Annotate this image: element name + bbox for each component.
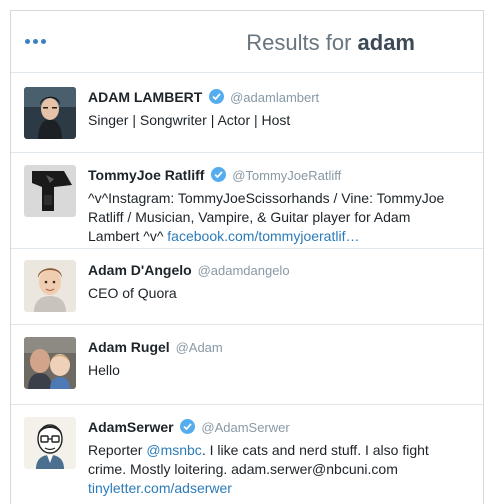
display-name[interactable]: Adam Rugel: [88, 339, 170, 355]
result-content: Adam Rugel @Adam Hello: [88, 338, 463, 380]
bio-link[interactable]: facebook.com/tommyjoeratlif…: [167, 228, 359, 244]
dot: [33, 38, 38, 44]
bio: ^v^Instagram: TommyJoeScissorhands / Vin…: [88, 189, 463, 246]
result-item-tommyjoeratliff[interactable]: TommyJoe Ratliff @TommyJoeRatliff ^v^Ins…: [11, 153, 483, 249]
avatar[interactable]: [24, 260, 76, 312]
result-content: Adam D'Angelo @adamdangelo CEO of Quora: [88, 261, 463, 303]
username[interactable]: @AdamSerwer: [201, 420, 289, 435]
bio: Singer | Songwriter | Actor | Host: [88, 112, 291, 128]
result-content: ADAM LAMBERT @adamlambert Singer | Songw…: [88, 88, 463, 130]
result-content: TommyJoe Ratliff @TommyJoeRatliff ^v^Ins…: [88, 166, 463, 246]
result-item-adam[interactable]: Adam Rugel @Adam Hello: [11, 325, 483, 405]
avatar[interactable]: [24, 417, 76, 469]
title-prefix: Results for: [246, 30, 358, 55]
result-item-adamlambert[interactable]: ADAM LAMBERT @adamlambert Singer | Songw…: [11, 73, 483, 153]
search-results-panel: Results for adam ADAM LAMBERT @adamlambe…: [10, 10, 484, 504]
verified-badge-icon: [209, 89, 225, 104]
verified-badge-icon: [211, 167, 227, 182]
display-name[interactable]: Adam D'Angelo: [88, 262, 192, 278]
username[interactable]: @Adam: [176, 340, 223, 355]
display-name[interactable]: ADAM LAMBERT: [88, 89, 202, 105]
avatar[interactable]: [24, 87, 76, 139]
bio: Hello: [88, 362, 120, 378]
name-line: TommyJoe Ratliff @TommyJoeRatliff: [88, 166, 463, 185]
username[interactable]: @adamlambert: [230, 90, 319, 105]
bio: CEO of Quora: [88, 285, 177, 301]
verified-badge-icon: [180, 419, 196, 434]
username[interactable]: @TommyJoeRatliff: [232, 168, 341, 183]
result-item-adamserwer[interactable]: AdamSerwer @AdamSerwer Reporter @msnbc. …: [11, 405, 483, 504]
page-title: Results for adam: [246, 30, 415, 56]
result-content: AdamSerwer @AdamSerwer Reporter @msnbc. …: [88, 418, 463, 498]
dot: [25, 38, 30, 44]
bio-link[interactable]: tinyletter.com/adserwer: [88, 480, 232, 496]
username[interactable]: @adamdangelo: [198, 263, 290, 278]
dot: [41, 38, 46, 44]
bio-text: Reporter: [88, 442, 147, 458]
name-line: ADAM LAMBERT @adamlambert: [88, 88, 463, 107]
name-line: Adam D'Angelo @adamdangelo: [88, 261, 463, 280]
bio: Reporter @msnbc. I like cats and nerd st…: [88, 441, 463, 498]
avatar[interactable]: [24, 165, 76, 217]
mention-link[interactable]: @msnbc: [146, 442, 201, 458]
name-line: AdamSerwer @AdamSerwer: [88, 418, 463, 437]
avatar[interactable]: [24, 337, 76, 389]
ellipsis-icon[interactable]: [25, 31, 55, 51]
display-name[interactable]: TommyJoe Ratliff: [88, 167, 204, 183]
result-item-adamdangelo[interactable]: Adam D'Angelo @adamdangelo CEO of Quora: [11, 249, 483, 325]
search-query: adam: [357, 30, 415, 55]
display-name[interactable]: AdamSerwer: [88, 419, 174, 435]
name-line: Adam Rugel @Adam: [88, 338, 463, 357]
results-header: Results for adam: [11, 11, 483, 73]
